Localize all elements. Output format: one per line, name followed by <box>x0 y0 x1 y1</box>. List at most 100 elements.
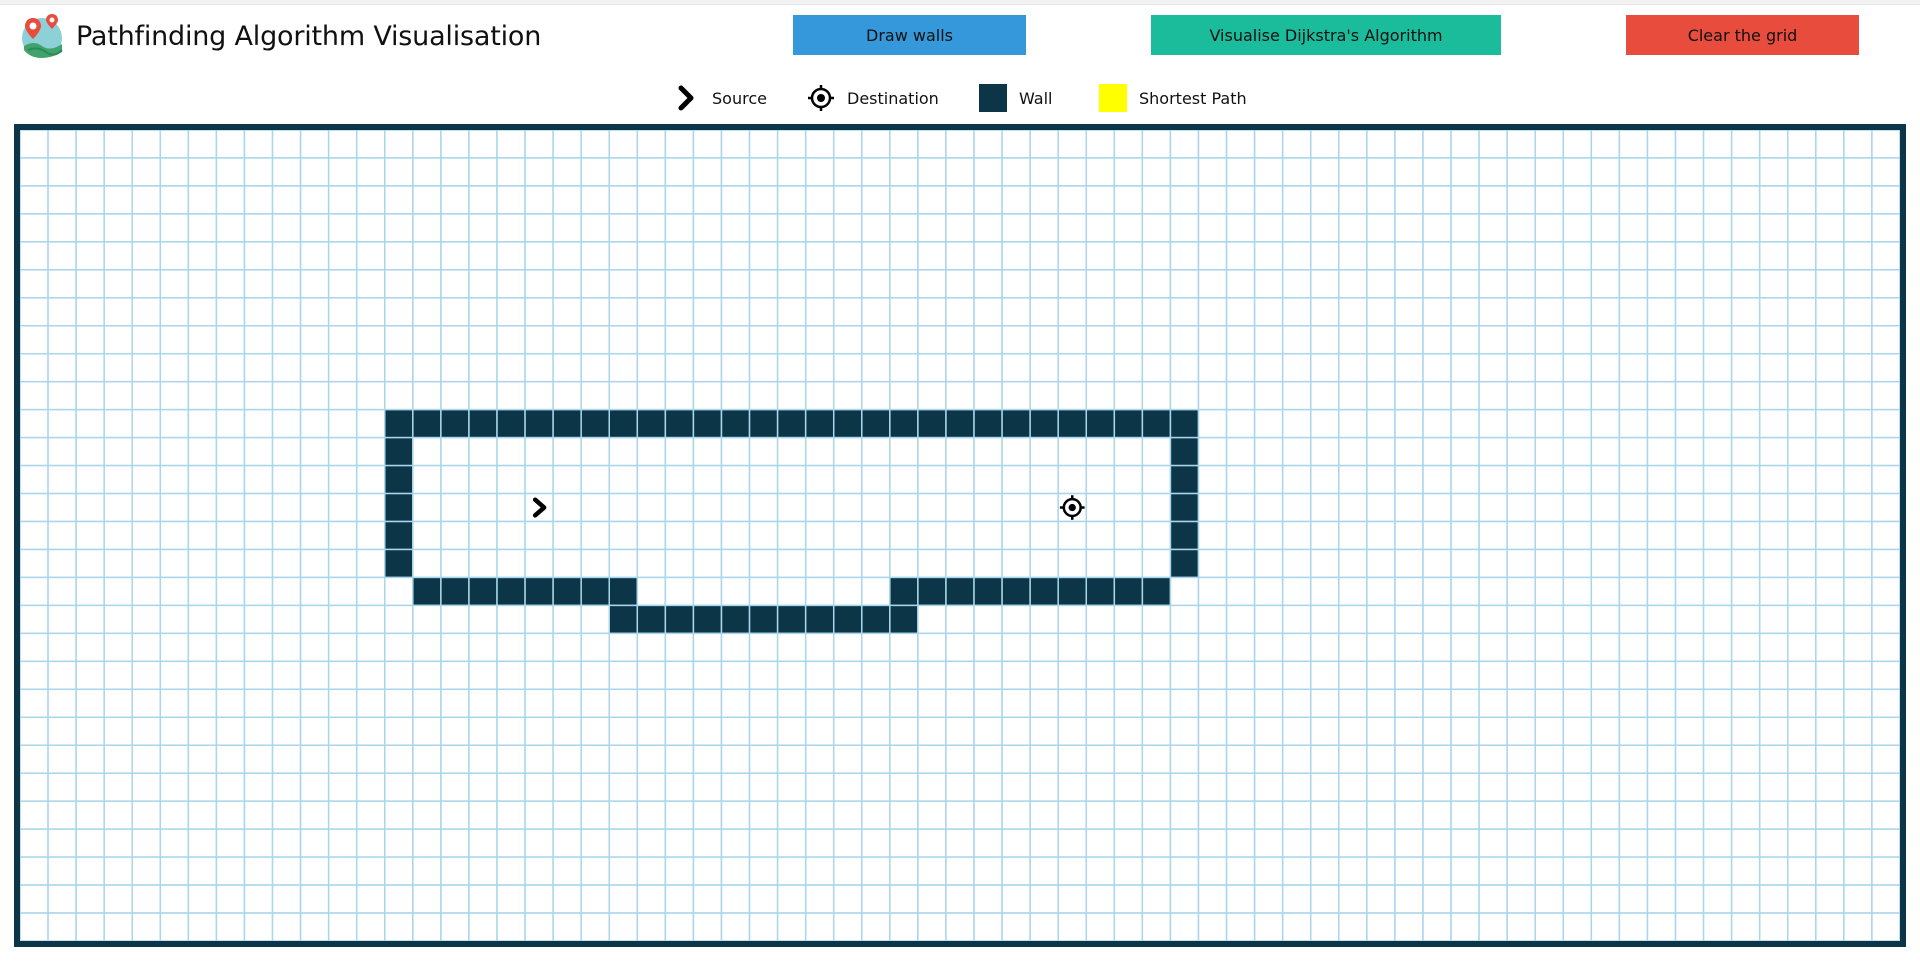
grid-cell[interactable] <box>103 464 133 495</box>
grid-cell[interactable] <box>159 492 190 523</box>
grid-cell[interactable] <box>1674 241 1705 271</box>
grid-cell[interactable] <box>1197 828 1228 858</box>
grid-cell[interactable] <box>1534 604 1565 635</box>
grid-cell[interactable] <box>1197 912 1228 941</box>
grid-cell[interactable] <box>1843 884 1873 914</box>
grid-cell[interactable] <box>468 520 498 551</box>
grid-cell[interactable] <box>47 856 77 886</box>
grid-cell[interactable] <box>243 297 274 327</box>
grid-cell[interactable] <box>1113 604 1144 635</box>
grid-cell[interactable] <box>1646 884 1677 914</box>
grid-cell[interactable] <box>271 800 302 830</box>
grid-cell[interactable] <box>1422 660 1452 691</box>
grid-cell[interactable] <box>440 130 470 159</box>
grid-cell[interactable] <box>1787 380 1817 411</box>
grid-cell[interactable] <box>720 744 751 774</box>
grid-cell[interactable] <box>1843 241 1873 271</box>
grid-cell[interactable] <box>412 352 442 383</box>
grid-cell[interactable] <box>299 352 330 383</box>
grid-cell[interactable] <box>1394 632 1424 663</box>
grid-cell[interactable] <box>1310 492 1340 523</box>
grid-cell[interactable] <box>1169 716 1200 747</box>
grid-cell[interactable] <box>973 856 1003 886</box>
grid-cell[interactable] <box>1815 269 1845 299</box>
grid-cell[interactable] <box>1366 576 1396 607</box>
grid-cell[interactable] <box>1590 185 1621 215</box>
grid-cell[interactable] <box>271 828 302 858</box>
grid-cell[interactable] <box>636 157 667 187</box>
grid-cell[interactable] <box>636 884 667 914</box>
grid-cell[interactable] <box>692 716 723 747</box>
grid-cell[interactable] <box>1197 856 1228 886</box>
grid-cell[interactable] <box>552 492 582 523</box>
grid-cell[interactable] <box>1225 856 1256 886</box>
grid-cell[interactable] <box>917 856 947 886</box>
grid-cell[interactable] <box>720 157 751 187</box>
grid-cell[interactable] <box>215 213 246 243</box>
grid-cell[interactable] <box>75 492 105 523</box>
grid-cell[interactable] <box>20 520 49 551</box>
grid-cell[interactable] <box>804 716 835 747</box>
grid-cell[interactable] <box>1758 157 1789 187</box>
grid-cell[interactable] <box>804 157 835 187</box>
grid-cell[interactable] <box>1618 436 1649 467</box>
grid-cell[interactable] <box>580 716 611 747</box>
grid-cell[interactable] <box>384 213 414 243</box>
grid-cell[interactable] <box>1871 800 1900 830</box>
grid-cell[interactable] <box>384 352 414 383</box>
grid-cell[interactable] <box>1253 604 1284 635</box>
grid-cell[interactable] <box>1730 856 1761 886</box>
grid-cell[interactable] <box>1281 464 1312 495</box>
grid-cell[interactable] <box>75 436 105 467</box>
grid-cell[interactable] <box>1225 157 1256 187</box>
grid-cell[interactable] <box>973 828 1003 858</box>
grid-cell[interactable] <box>1225 269 1256 299</box>
grid-cell[interactable] <box>243 436 274 467</box>
grid-cell[interactable] <box>1730 520 1761 551</box>
grid-cell[interactable] <box>1506 856 1536 886</box>
grid-cell[interactable] <box>1113 632 1144 663</box>
grid-cell[interactable] <box>636 828 667 858</box>
grid-cell[interactable] <box>1310 688 1340 719</box>
grid-cell[interactable] <box>832 157 863 187</box>
grid-cell[interactable] <box>1310 269 1340 299</box>
grid-cell[interactable] <box>1646 576 1677 607</box>
grid-cell[interactable] <box>664 436 695 467</box>
grid-cell[interactable] <box>861 660 891 691</box>
grid-cell[interactable] <box>748 548 779 579</box>
grid-cell[interactable] <box>1366 325 1396 355</box>
grid-cell[interactable] <box>1478 325 1508 355</box>
grid-cell[interactable] <box>1310 130 1340 159</box>
grid-cell[interactable] <box>524 688 554 719</box>
grid-cell[interactable] <box>187 492 218 523</box>
grid-cell[interactable] <box>1422 408 1452 439</box>
grid-cell[interactable] <box>524 772 554 802</box>
grid-cell[interactable] <box>1366 185 1396 215</box>
grid-cell[interactable] <box>1618 241 1649 271</box>
grid-cell[interactable] <box>917 213 947 243</box>
grid-cell[interactable] <box>1338 241 1368 271</box>
grid-cell[interactable] <box>748 856 779 886</box>
grid-cell[interactable] <box>131 380 162 411</box>
grid-cell[interactable] <box>1001 269 1031 299</box>
grid-cell[interactable] <box>524 157 554 187</box>
wall-cell[interactable] <box>608 604 639 635</box>
grid-cell[interactable] <box>131 576 162 607</box>
grid-cell[interactable] <box>468 800 498 830</box>
grid-cell[interactable] <box>1562 604 1593 635</box>
grid-cell[interactable] <box>412 772 442 802</box>
grid-cell[interactable] <box>776 660 807 691</box>
grid-cell[interactable] <box>664 352 695 383</box>
grid-cell[interactable] <box>327 185 358 215</box>
grid-cell[interactable] <box>243 185 274 215</box>
grid-cell[interactable] <box>1590 856 1621 886</box>
grid-cell[interactable] <box>271 130 302 159</box>
grid-cell[interactable] <box>1394 660 1424 691</box>
grid-cell[interactable] <box>1113 241 1144 271</box>
grid-cell[interactable] <box>1310 157 1340 187</box>
grid-cell[interactable] <box>636 912 667 941</box>
grid-cell[interactable] <box>187 464 218 495</box>
grid-cell[interactable] <box>1113 185 1144 215</box>
grid-cell[interactable] <box>776 492 807 523</box>
grid-cell[interactable] <box>1029 772 1059 802</box>
